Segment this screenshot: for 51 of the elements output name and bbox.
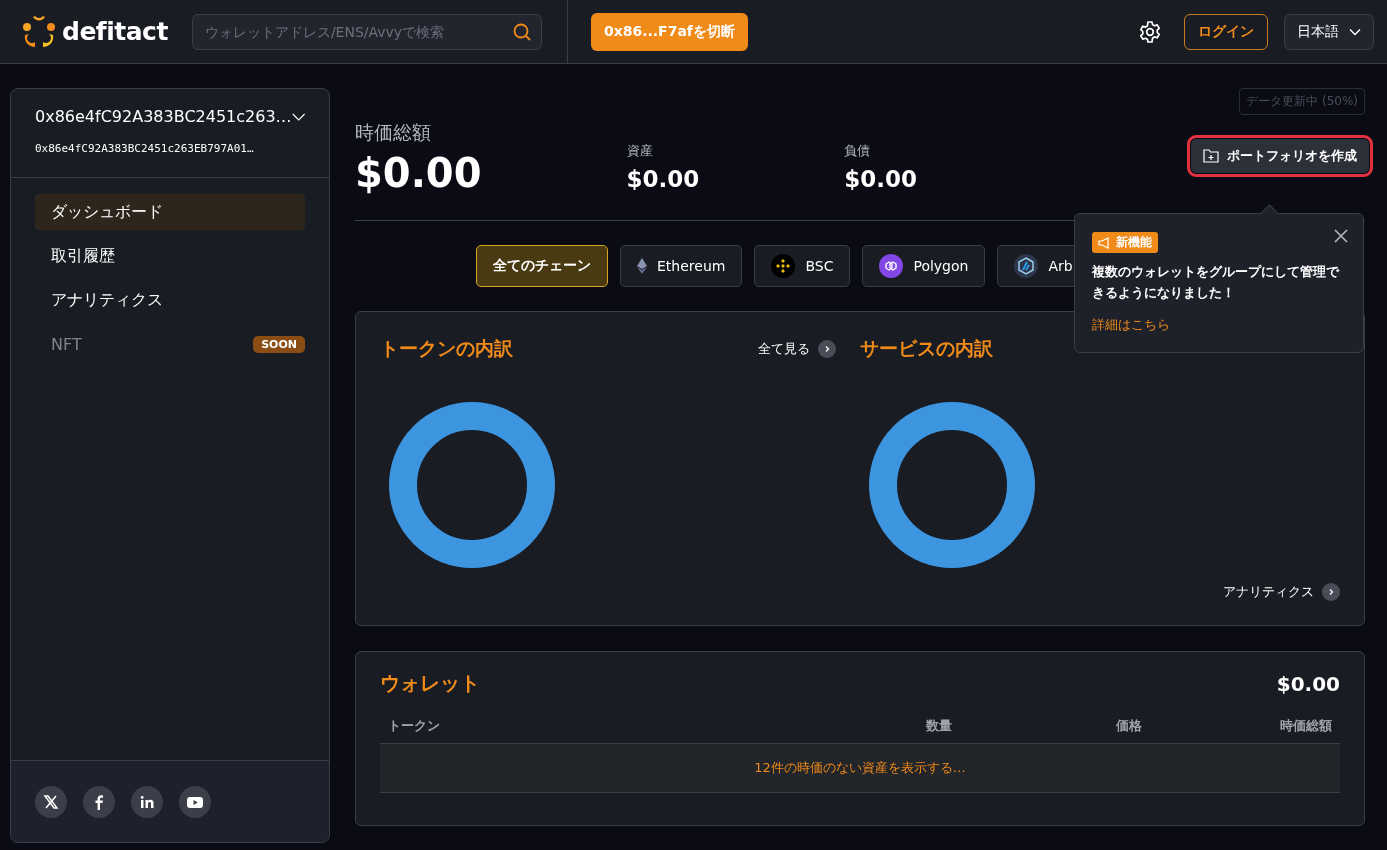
liabilities-label: 負債	[844, 142, 872, 160]
liabilities-value: $0.00	[844, 166, 918, 192]
arbitrum-icon	[1014, 254, 1039, 278]
bsc-icon	[771, 254, 796, 278]
login-button[interactable]: ログイン	[1184, 13, 1268, 50]
logo-icon	[22, 14, 56, 49]
megaphone-icon	[1098, 236, 1112, 249]
diamond-icon	[637, 258, 647, 274]
column-header: トークン	[388, 717, 441, 735]
chevron-down-icon[interactable]	[291, 111, 305, 122]
analytics-link[interactable]: アナリティクス	[1223, 583, 1340, 601]
chevron-down-icon	[1349, 27, 1361, 36]
card-title: ウォレット	[380, 670, 480, 697]
youtube-icon[interactable]	[179, 786, 211, 818]
chevron-right-icon	[1322, 583, 1340, 601]
polygon-icon	[879, 254, 904, 278]
chain-filter-tab[interactable]: Ethereum	[620, 245, 743, 287]
column-header: 数量	[925, 717, 952, 735]
sidebar-item[interactable]: アナリティクス	[35, 282, 305, 318]
card-title: サービスの内訳	[860, 336, 993, 361]
wallet-total: $0.00	[1276, 671, 1340, 696]
total-value: $0.00	[355, 150, 482, 196]
folder-plus-icon	[1203, 149, 1219, 163]
close-icon[interactable]	[1333, 228, 1349, 244]
column-header: 価格	[1114, 717, 1142, 735]
x-icon[interactable]	[35, 786, 67, 818]
new-feature-badge: 新機能	[1092, 232, 1158, 253]
search-icon	[511, 21, 532, 42]
sidebar-item[interactable]: ダッシュボード	[35, 194, 305, 230]
wallet-name: 0x86e4fC92A383BC2451c263…	[35, 107, 292, 126]
search-field[interactable]: ウォレットアドレス/ENS/Avvyで検索	[191, 13, 542, 50]
details-link[interactable]: 詳細はこちら	[1092, 315, 1170, 334]
linkedin-icon[interactable]	[131, 786, 163, 818]
logo-text: defitact	[62, 17, 168, 46]
chain-filter-tab[interactable]: BSC	[754, 245, 851, 287]
chain-filter-tab[interactable]: Polygon	[862, 245, 986, 287]
language-dropdown[interactable]: 日本語	[1284, 13, 1374, 50]
sidebar-item[interactable]: 取引履歴	[35, 238, 305, 274]
chevron-right-icon	[818, 340, 836, 358]
facebook-icon[interactable]	[83, 786, 115, 818]
assets-value: $0.00	[626, 166, 700, 192]
assets-label: 資産	[626, 142, 654, 160]
show-hidden-assets-link[interactable]: 12件の時価のない資産を表示する…	[748, 758, 972, 778]
column-header: 時価総額	[1279, 717, 1332, 735]
soon-badge: SOON	[253, 335, 305, 353]
total-label: 時価総額	[355, 120, 432, 145]
wallet-address: 0x86e4fC92A383BC2451c263EB797A01…	[35, 142, 255, 155]
settings-icon[interactable]	[1138, 19, 1162, 44]
card-title: トークンの内訳	[380, 336, 513, 361]
view-all-link[interactable]: 全て見る	[758, 340, 836, 358]
chain-filter-tab[interactable]: 全てのチェーン	[476, 245, 608, 287]
